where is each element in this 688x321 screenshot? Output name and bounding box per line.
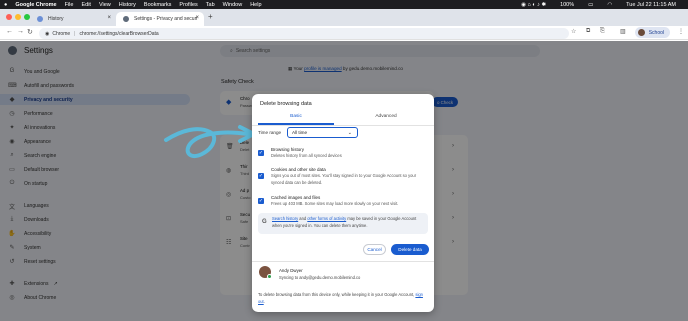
google-icon: G [262, 219, 267, 225]
menu-google-chrome[interactable]: Google Chrome [15, 2, 56, 8]
divider [252, 261, 434, 262]
avatar [259, 266, 272, 279]
wifi-icon[interactable]: ◠ [607, 2, 612, 8]
cookies-checkbox[interactable]: ✓ [258, 173, 264, 179]
tab-label: Settings - Privacy and securi [134, 16, 198, 22]
browsing-history-desc: Deletes history from all synced devices [271, 153, 342, 158]
delete-browsing-data-dialog: Delete browsing data Basic Advanced Time… [252, 94, 434, 312]
battery-icon[interactable]: ▭ [588, 2, 593, 8]
time-range-select[interactable]: All time ⌄ [287, 127, 358, 138]
clock[interactable]: Tue Jul 22 11:15 AM [626, 2, 676, 8]
cookies-title: Cookies and other site data [271, 167, 326, 172]
site-info-icon[interactable]: ◉ [45, 31, 49, 37]
status-icons[interactable]: ◉ ⌂ ◐ ♪ ✱ [521, 2, 546, 8]
bookmark-star-icon[interactable]: ☆ [571, 28, 576, 35]
back-icon[interactable]: ← [6, 28, 13, 35]
menu-view[interactable]: View [99, 2, 111, 8]
settings-favicon-icon [123, 16, 129, 22]
divider [252, 125, 434, 126]
profile-button[interactable]: School [634, 27, 670, 38]
menu-history[interactable]: History [119, 2, 136, 8]
note-mid: and [298, 216, 308, 221]
browsing-history-checkbox[interactable]: ✓ [258, 150, 264, 156]
menu-tab[interactable]: Tab [206, 2, 215, 8]
menu-edit[interactable]: Edit [81, 2, 90, 8]
address-bar[interactable]: ◉ Chrome | chrome://settings/clearBrowse… [39, 28, 569, 39]
reload-icon[interactable]: ↻ [27, 28, 33, 36]
browsing-history-title: Browsing history [271, 147, 305, 152]
minimize-window-button[interactable] [15, 14, 21, 20]
downloads-icon[interactable]: ⎘ [600, 28, 605, 35]
dialog-title: Delete browsing data [260, 101, 312, 107]
menu-kebab-icon[interactable]: ⋮ [678, 28, 684, 35]
mac-menu-bar: ● Google Chrome File Edit View History B… [0, 0, 688, 9]
delete-data-button[interactable]: Delete data [391, 244, 429, 255]
sync-status-icon [267, 274, 272, 279]
menu-help[interactable]: Help [250, 2, 261, 8]
close-tab-icon[interactable]: × [107, 15, 111, 21]
side-panel-icon[interactable]: ▥ [620, 28, 626, 35]
footer-text: To delete browsing data from this device… [258, 292, 416, 297]
forward-icon[interactable]: → [17, 28, 24, 35]
tab-history[interactable]: History × [30, 12, 116, 26]
separator: | [74, 30, 76, 37]
url-text: chrome://settings/clearBrowserData [79, 30, 159, 37]
sign-out-note: To delete browsing data from this device… [258, 292, 430, 305]
chrome-chip: Chrome [52, 30, 71, 37]
cached-images-title: Cached images and files [271, 195, 321, 200]
cookies-desc: Signs you out of most sites. You'll stay… [271, 173, 417, 185]
chevron-down-icon: ⌄ [347, 130, 352, 136]
extensions-icon[interactable]: ⧉ [586, 28, 590, 35]
annotation-arrow-icon [164, 125, 256, 159]
sync-status-text: Syncing to andy@gedu.demo.mobilemind.co [279, 275, 361, 280]
google-activity-note: G Search history and other forms of acti… [258, 213, 428, 234]
new-tab-button[interactable]: + [208, 12, 213, 21]
menu-bookmarks[interactable]: Bookmarks [144, 2, 172, 8]
history-favicon-icon [37, 16, 43, 22]
close-tab-icon[interactable]: × [195, 15, 199, 21]
battery-label[interactable]: 100% [560, 2, 574, 8]
profile-label: School [648, 29, 664, 36]
toolbar: ← → ↻ ◉ Chrome | chrome://settings/clear… [0, 26, 688, 40]
avatar [637, 29, 645, 36]
tab-advanced[interactable]: Advanced [348, 114, 424, 122]
cancel-button[interactable]: Cancel [363, 244, 386, 255]
other-activity-link[interactable]: other forms of activity [307, 216, 346, 221]
menu-file[interactable]: File [65, 2, 74, 8]
menu-profiles[interactable]: Profiles [179, 2, 197, 8]
status-area: ◉ ⌂ ◐ ♪ ✱ 100% ▭ ◠ Tue Jul 22 11:15 AM [521, 0, 684, 9]
tab-basic[interactable]: Basic [258, 114, 334, 122]
google-note-text: Search history and other forms of activi… [272, 216, 424, 229]
apple-icon[interactable]: ● [4, 2, 7, 8]
browser-tab-strip: History × Settings - Privacy and securi … [0, 9, 688, 26]
footer-end: . [263, 298, 265, 304]
time-range-label: Time range [258, 130, 282, 135]
user-name: Andy Dwyer [279, 268, 303, 273]
time-range-value: All time [292, 130, 308, 135]
cached-images-checkbox[interactable]: ✓ [258, 198, 264, 204]
cached-images-desc: Frees up 403 MB. Some sites may load mor… [271, 201, 399, 206]
close-window-button[interactable] [6, 14, 12, 20]
menu-window[interactable]: Window [223, 2, 243, 8]
tab-settings[interactable]: Settings - Privacy and securi × [116, 12, 204, 26]
tab-label: History [48, 16, 64, 22]
search-history-link[interactable]: Search history [272, 216, 298, 221]
